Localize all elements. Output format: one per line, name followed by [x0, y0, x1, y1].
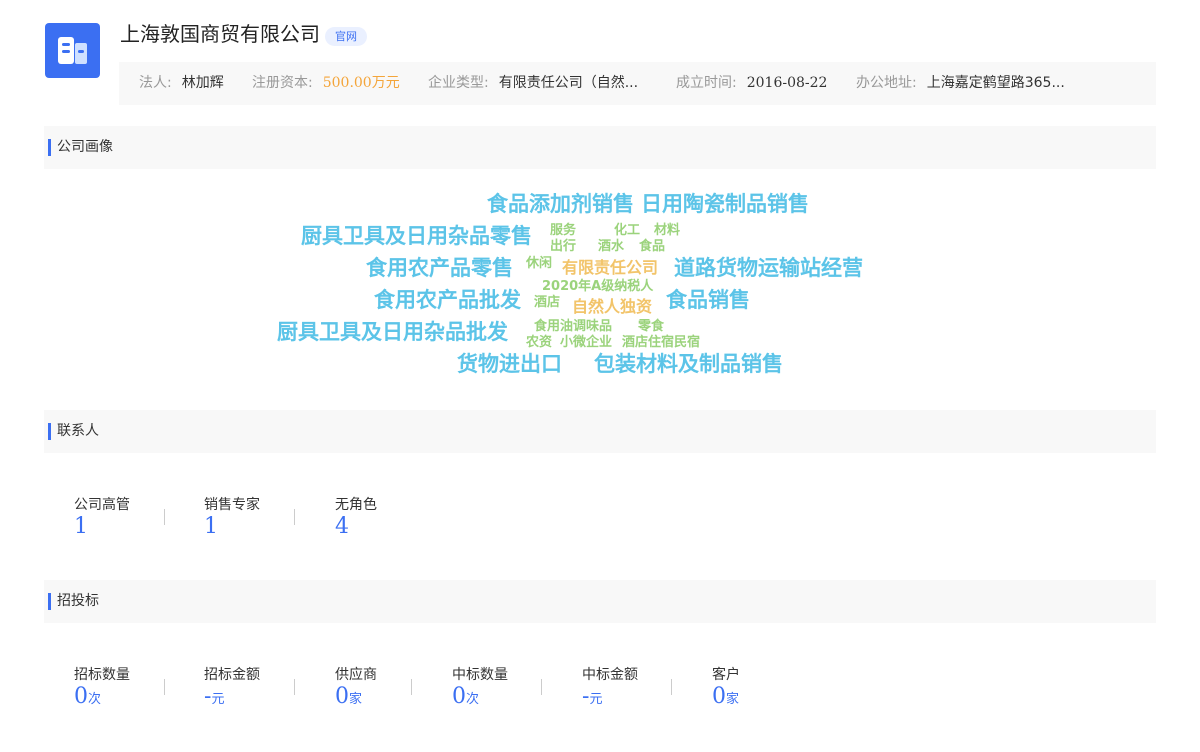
word-cloud-tag: 酒店住宿民宿	[622, 335, 701, 350]
section-accent-bar	[48, 593, 51, 610]
word-cloud-tag: 自然人独资	[572, 297, 653, 316]
word-cloud-tag: 小微企业	[560, 335, 613, 350]
word-cloud: 食品添加剂销售 日用陶瓷制品销售 厨具卫具及日用杂品零售 服务 化工 材料 出行…	[0, 0, 1200, 752]
word-cloud-tag: 食品	[639, 239, 666, 254]
stat-divider	[541, 679, 542, 695]
word-cloud-tag: 食用油调味品	[534, 319, 613, 334]
founded-value: 2016-08-22	[746, 75, 828, 91]
stat-label: 招标金额	[204, 667, 260, 683]
word-cloud-tag: 食品添加剂销售	[487, 192, 634, 216]
stat-unit: 次	[466, 692, 480, 707]
stat-value: -元	[582, 684, 602, 709]
stat-value: 0家	[712, 684, 739, 709]
company-logo	[45, 23, 100, 78]
word-cloud-tag: 农资	[526, 335, 553, 350]
word-cloud-tag: 酒水	[598, 239, 625, 254]
capital-label: 注册资本:	[252, 75, 313, 91]
stat-number: 0	[74, 684, 88, 709]
capital-value: 500.00万元	[322, 75, 400, 91]
word-cloud-tag: 食品销售	[666, 288, 750, 312]
section-contacts: 联系人	[44, 410, 1156, 453]
stat-value: 0次	[452, 684, 479, 709]
company-type: 企业类型: 有限责任公司（自然...	[428, 62, 638, 105]
section-title: 公司画像	[57, 139, 113, 155]
stat-divider	[671, 679, 672, 695]
stat-unit: 元	[211, 692, 225, 707]
stat-label: 客户	[712, 667, 740, 683]
registered-capital: 注册资本: 500.00万元	[252, 62, 400, 105]
stat-label: 销售专家	[204, 497, 260, 513]
word-cloud-tag: 货物进出口	[457, 352, 562, 376]
word-cloud-tag: 有限责任公司	[562, 258, 659, 277]
stat-value: -元	[204, 684, 224, 709]
word-cloud-tag: 酒店	[534, 295, 561, 310]
word-cloud-tag: 休闲	[526, 256, 553, 271]
office-address: 办公地址: 上海嘉定鹤望路365...	[856, 62, 1065, 105]
word-cloud-tag: 厨具卫具及日用杂品零售	[301, 224, 532, 248]
stat-number: 0	[712, 684, 726, 709]
stat-divider	[411, 679, 412, 695]
section-accent-bar	[48, 423, 51, 440]
legal-rep-label: 法人:	[139, 75, 172, 91]
word-cloud-tag: 材料	[654, 223, 681, 238]
stat-label: 招标数量	[74, 667, 130, 683]
stat-unit: 家	[726, 692, 740, 707]
word-cloud-tag: 零食	[638, 319, 665, 334]
founded-date: 成立时间: 2016-08-22	[676, 62, 827, 105]
stat-label: 供应商	[335, 667, 377, 683]
stat-label: 无角色	[335, 497, 377, 513]
stat-value: 0次	[74, 684, 101, 709]
word-cloud-tag: 食用农产品零售	[366, 256, 513, 280]
section-title: 联系人	[57, 423, 99, 439]
word-cloud-tag: 服务	[550, 223, 577, 238]
legal-rep: 法人: 林加辉	[139, 62, 224, 105]
stat-label: 公司高管	[74, 497, 130, 513]
type-value: 有限责任公司（自然...	[498, 75, 639, 91]
word-cloud-tag: 化工	[614, 223, 641, 238]
word-cloud-tag: 出行	[550, 239, 577, 254]
word-cloud-tag: 日用陶瓷制品销售	[641, 192, 809, 216]
word-cloud-tag: 厨具卫具及日用杂品批发	[277, 320, 508, 344]
stat-divider	[164, 509, 165, 525]
type-label: 企业类型:	[428, 75, 489, 91]
section-title: 招投标	[57, 593, 99, 609]
stat-value: 4	[335, 514, 349, 539]
building-icon	[58, 37, 87, 64]
stat-unit: 元	[589, 692, 603, 707]
stat-unit: 家	[349, 692, 363, 707]
website-badge[interactable]: 官网	[325, 27, 367, 46]
address-label: 办公地址:	[856, 75, 917, 91]
stat-value: 1	[74, 514, 88, 539]
section-portrait: 公司画像	[44, 126, 1156, 169]
address-value: 上海嘉定鹤望路365...	[926, 75, 1065, 91]
stat-divider	[294, 679, 295, 695]
founded-label: 成立时间:	[676, 75, 737, 91]
word-cloud-tag: 食用农产品批发	[374, 288, 521, 312]
stat-divider	[294, 509, 295, 525]
stat-label: 中标数量	[452, 667, 508, 683]
legal-rep-value: 林加辉	[181, 75, 224, 91]
company-name: 上海敦国商贸有限公司	[120, 22, 320, 46]
stat-number: 0	[452, 684, 466, 709]
stat-label: 中标金额	[582, 667, 638, 683]
company-info-bar: 法人: 林加辉 注册资本: 500.00万元 企业类型: 有限责任公司（自然... 成…	[119, 62, 1156, 105]
stat-number: 0	[335, 684, 349, 709]
word-cloud-tag: 道路货物运输站经营	[674, 256, 863, 280]
section-bidding: 招投标	[44, 580, 1156, 623]
stat-value: 0家	[335, 684, 362, 709]
stat-unit: 次	[88, 692, 102, 707]
stat-value: 1	[204, 514, 218, 539]
section-accent-bar	[48, 139, 51, 156]
word-cloud-tag: 2020年A级纳税人	[542, 279, 654, 294]
stat-divider	[164, 679, 165, 695]
word-cloud-tag: 包装材料及制品销售	[594, 352, 783, 376]
